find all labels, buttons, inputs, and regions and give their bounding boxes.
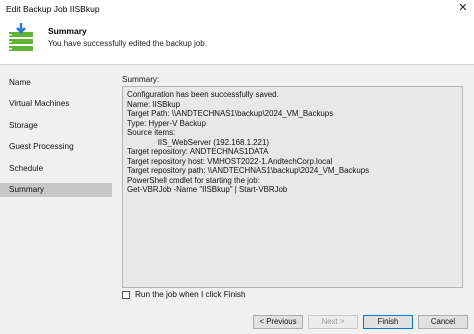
run-job-label[interactable]: Run the job when I click Finish: [135, 290, 246, 299]
wizard-header: Summary You have successfully edited the…: [0, 16, 474, 65]
summary-line: IIS_WebServer (192.168.1.221): [127, 137, 269, 147]
summary-line: Get-VBRJob -Name "IISBkup" | Start-VBRJo…: [127, 185, 288, 194]
next-button[interactable]: Next >: [308, 315, 358, 329]
sidebar-item-guest-processing[interactable]: Guest Processing: [0, 140, 112, 154]
wizard-steps-sidebar: Name Virtual Machines Storage Guest Proc…: [0, 65, 114, 312]
wizard-footer: < Previous Next > Finish Cancel: [0, 312, 474, 334]
run-job-checkbox[interactable]: [122, 291, 130, 299]
summary-line: Target repository path: \\ANDTECHNAS1\ba…: [127, 166, 370, 175]
page-subtitle: You have successfully edited the backup …: [48, 39, 207, 48]
previous-button[interactable]: < Previous: [253, 315, 303, 329]
window-title: Edit Backup Job IISBkup: [6, 4, 100, 14]
summary-line: Name: IISBkup: [127, 99, 181, 109]
close-icon[interactable]: ✕: [456, 2, 470, 14]
sidebar-item-virtual-machines[interactable]: Virtual Machines: [0, 97, 112, 111]
sidebar-item-name[interactable]: Name: [0, 76, 112, 90]
sidebar-item-summary[interactable]: Summary: [0, 183, 112, 197]
summary-panel: Summary: Configuration has been successf…: [114, 65, 474, 312]
summary-label: Summary:: [122, 75, 160, 84]
finish-button[interactable]: Finish: [363, 315, 413, 329]
summary-line: Source items:: [127, 128, 176, 137]
summary-line: Target repository: ANDTECHNAS1DATA: [127, 147, 269, 156]
sidebar-item-schedule[interactable]: Schedule: [0, 162, 112, 176]
summary-line: Target repository host: VMHOST2022-1.And…: [127, 156, 333, 166]
edit-backup-job-window: Edit Backup Job IISBkup ✕ Summary You ha…: [0, 0, 474, 334]
summary-line: Type: Hyper-V Backup: [127, 118, 206, 128]
summary-line: Target Path: \\ANDTECHNAS1\backup\2024_V…: [127, 109, 334, 118]
backup-job-icon: [9, 23, 33, 51]
summary-line: Configuration has been successfully save…: [127, 90, 279, 99]
title-bar: Edit Backup Job IISBkup ✕: [0, 0, 474, 16]
sidebar-item-storage[interactable]: Storage: [0, 119, 112, 133]
summary-line: PowerShell cmdlet for starting the job:: [127, 175, 260, 185]
cancel-button[interactable]: Cancel: [418, 315, 468, 329]
summary-textbox[interactable]: Configuration has been successfully save…: [122, 86, 463, 288]
page-title: Summary: [48, 26, 87, 36]
